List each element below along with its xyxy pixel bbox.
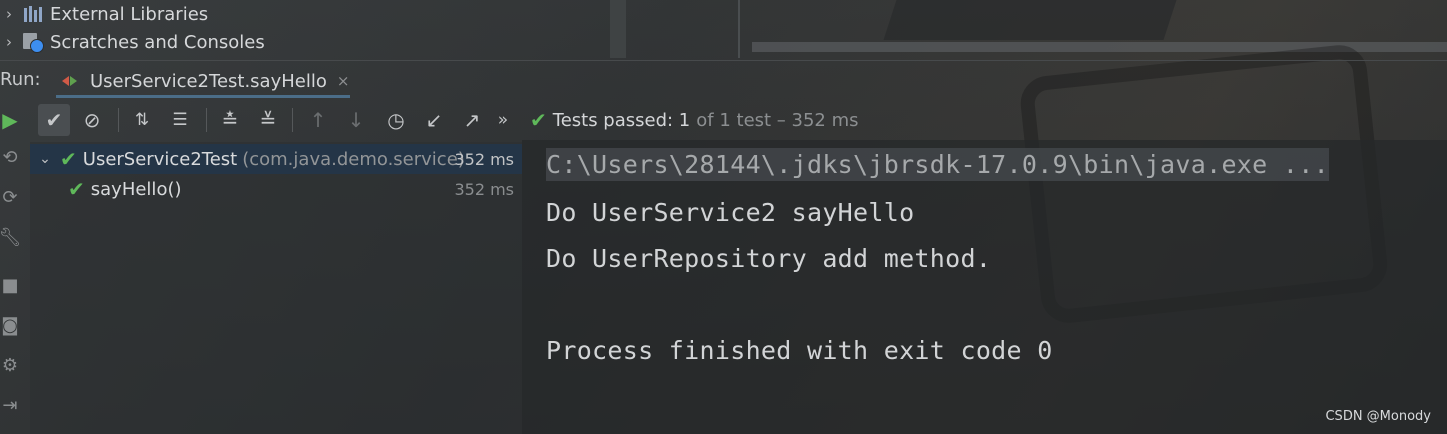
- console-exit-line: Process finished with exit code 0: [546, 336, 1053, 365]
- left-action-strip: ⟲ ⟳ 🔧︎ ■ ◙ ⚙ ⇥: [0, 140, 28, 434]
- camera-icon[interactable]: ◙: [0, 314, 20, 336]
- previous-failed-icon[interactable]: ↑: [302, 104, 334, 136]
- console-output[interactable]: C:\Users\28144\.jdks\jbrsdk-17.0.9\bin\j…: [522, 140, 1447, 434]
- wrench-icon[interactable]: 🔧︎: [0, 226, 21, 248]
- scratches-icon: [22, 32, 46, 53]
- show-ignored-icon[interactable]: ⊘: [76, 104, 108, 136]
- more-actions-icon[interactable]: »: [492, 104, 514, 136]
- rerun-failed-icon[interactable]: ⟲: [0, 146, 20, 168]
- test-method-name: sayHello(): [90, 178, 182, 200]
- history-icon[interactable]: ◷: [380, 104, 412, 136]
- close-icon[interactable]: ×: [337, 72, 350, 90]
- test-duration: 352 ms: [454, 149, 514, 169]
- stop-icon[interactable]: ■: [0, 274, 20, 296]
- chevron-right-icon[interactable]: ›: [0, 5, 18, 23]
- project-tree-item-scratches[interactable]: › Scratches and Consoles: [0, 28, 265, 56]
- console-line: Do UserRepository add method.: [546, 244, 992, 273]
- export-tests-icon[interactable]: ↗: [456, 104, 488, 136]
- tests-status: ✔ Tests passed: 1 of 1 test – 352 ms: [530, 108, 859, 132]
- tests-status-main: Tests passed: 1: [552, 109, 691, 131]
- chevron-right-icon[interactable]: ›: [0, 33, 18, 51]
- rerun-icon[interactable]: ▶: [0, 104, 26, 136]
- run-tool-window-header: Run: UserService2Test.sayHello ×: [0, 60, 1447, 99]
- run-tab[interactable]: UserService2Test.sayHello ×: [60, 67, 349, 95]
- chevron-down-icon[interactable]: ⌄: [36, 151, 54, 167]
- tests-status-detail: of 1 test – 352 ms: [696, 109, 859, 131]
- import-tests-icon[interactable]: ↙: [418, 104, 450, 136]
- run-label: Run:: [0, 69, 41, 90]
- project-tree-item-external-libraries[interactable]: › External Libraries: [0, 0, 208, 28]
- passed-check-icon: ✔: [68, 177, 85, 201]
- active-tab-indicator: [56, 95, 350, 98]
- sort-alphabetically-icon[interactable]: ⇅: [126, 104, 158, 136]
- test-class-name: UserService2Test: [82, 148, 238, 170]
- passed-check-icon: ✔: [530, 108, 547, 132]
- show-passed-icon[interactable]: ✔: [38, 104, 70, 136]
- console-line: Do UserService2 sayHello: [546, 198, 915, 227]
- watermark: CSDN @Monody: [1325, 409, 1431, 424]
- test-run-config-icon: [60, 72, 78, 90]
- library-icon: [22, 4, 46, 24]
- project-tree-label: Scratches and Consoles: [50, 31, 265, 53]
- passed-check-icon: ✔: [60, 147, 77, 171]
- settings-icon[interactable]: ⚙: [0, 354, 20, 376]
- test-class-package: (com.java.demo.service): [242, 148, 465, 170]
- test-results-tree: ⌄ ✔ UserService2Test (com.java.demo.serv…: [30, 142, 522, 434]
- test-class-row[interactable]: ⌄ ✔ UserService2Test (com.java.demo.serv…: [30, 144, 522, 174]
- test-duration: 352 ms: [454, 179, 514, 199]
- test-method-row[interactable]: ✔ sayHello() 352 ms: [30, 174, 522, 204]
- exit-icon[interactable]: ⇥: [0, 394, 20, 416]
- project-tree-label: External Libraries: [50, 3, 209, 25]
- sort-by-duration-icon[interactable]: ☰: [164, 104, 196, 136]
- toggle-auto-test-icon[interactable]: ⟳: [0, 186, 20, 208]
- console-command-line: C:\Users\28144\.jdks\jbrsdk-17.0.9\bin\j…: [546, 148, 1329, 181]
- collapse-all-icon[interactable]: ≚: [252, 104, 284, 136]
- run-toolbar: ▶ ✔ ⊘ ⇅ ☰ ≛ ≚ ↑ ↓ ◷ ↙ ↗ » ✔ Tests passed…: [0, 100, 1447, 140]
- expand-all-icon[interactable]: ≛: [214, 104, 246, 136]
- next-failed-icon[interactable]: ↓: [340, 104, 372, 136]
- run-tab-title: UserService2Test.sayHello: [90, 70, 327, 92]
